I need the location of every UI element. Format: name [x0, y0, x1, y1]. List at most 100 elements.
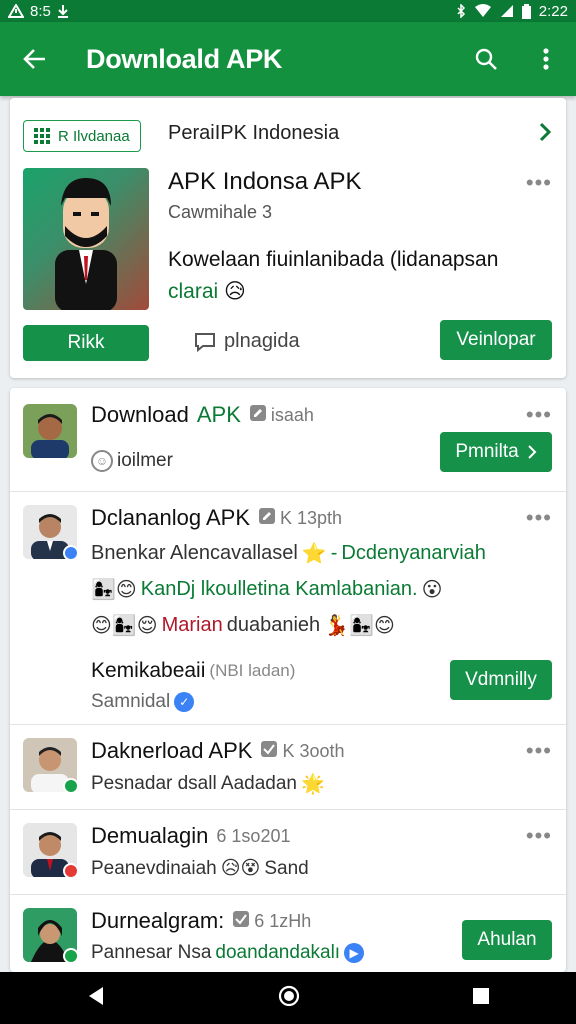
people-emoji-icon: 👩‍👧😊: [91, 579, 137, 601]
list-item[interactable]: Dclananlog APK K 13pth ••• Bnenkar Alenc…: [10, 493, 566, 725]
square-recents-icon: [473, 987, 489, 1004]
play-icon: ▶: [344, 943, 365, 963]
more-options-icon[interactable]: •••: [526, 505, 552, 531]
faces-emoji-icon: 😊👩‍👧😌: [91, 615, 158, 637]
item-line-3-text: duabanieh: [226, 614, 321, 636]
online-badge-icon: [63, 778, 77, 792]
avatar: [23, 738, 77, 792]
edit-icon: [249, 404, 267, 427]
overflow-menu-button[interactable]: [516, 22, 576, 96]
list-item[interactable]: Daknerload APK K 3ooth ••• Pesnadar dsal…: [10, 726, 566, 810]
chevron-right-icon: [527, 445, 537, 459]
item-subline-text: Pannesar Nsa: [91, 942, 212, 963]
item-subline: Pesnadar dsall Aadadan 🌟: [91, 772, 325, 796]
description-text: Kowelaan fiuinlanibada (lidanapsan: [168, 248, 499, 271]
description-green-text: clarai: [168, 280, 219, 303]
item-title: Durnealgram: 6 1zHh: [91, 908, 311, 934]
verified-icon: ✓: [174, 692, 195, 712]
back-button[interactable]: [0, 22, 70, 96]
nav-back-button[interactable]: [85, 985, 107, 1012]
item-line-3-red: Marian: [161, 614, 223, 636]
item-action-button[interactable]: Vdmnilly: [450, 660, 552, 700]
smile-emoji-icon: 😮: [421, 579, 443, 601]
item-title-text: Demualagin: [91, 823, 209, 848]
more-options-icon[interactable]: •••: [526, 738, 552, 764]
more-options-icon[interactable]: •••: [526, 823, 552, 849]
item-line-1-green: Dcdenyanarviah: [341, 542, 486, 564]
item-meta-text: K 3ooth: [282, 740, 345, 761]
status-bar: 8:5 2:22: [0, 0, 576, 22]
nav-recents-button[interactable]: [471, 986, 491, 1011]
page-title: Downloald APK: [86, 43, 283, 74]
heart-badge-icon: [63, 863, 77, 877]
item-subline-text: Peanevdinaiah: [91, 857, 217, 879]
download-button[interactable]: Veinlopar: [440, 320, 552, 360]
star-icon: ⭐: [301, 543, 327, 565]
item-meta: isaah: [249, 404, 314, 427]
wifi-icon: [474, 4, 492, 18]
signal-icon: [500, 4, 514, 18]
item-subline: Peanevdinaiah 😥😵 Sand: [91, 857, 309, 880]
warning-icon: [8, 4, 24, 18]
feed-list: Download APK isaah ••• ☺ ioilmer Pmnilta…: [10, 388, 566, 972]
more-options-icon[interactable]: •••: [526, 402, 552, 428]
item-title: Daknerload APK K 3ooth: [91, 738, 345, 764]
circle-home-icon: [278, 985, 300, 1006]
edit-icon: [258, 507, 276, 530]
item-line-4: Kemikabeaii (NBI ladan): [91, 659, 295, 683]
verified-badge-icon: [63, 545, 77, 559]
check-box-icon: [232, 910, 250, 933]
list-item[interactable]: Durnealgram: 6 1zHh Pannesar Nsa doandand…: [10, 896, 566, 972]
more-options-icon[interactable]: •••: [526, 170, 552, 196]
smile-icon: ☺: [91, 450, 113, 472]
app-subtitle: Cawmihale 3: [168, 202, 273, 222]
arrow-left-icon: [23, 49, 45, 69]
list-item[interactable]: Download APK isaah ••• ☺ ioilmer Pmnilta: [10, 388, 566, 492]
face-emoji-icon: 😥😵: [220, 858, 261, 879]
item-title: Demualagin 6 1so201: [91, 823, 290, 849]
category-tag-label: R Ilvdanaa: [58, 127, 130, 145]
battery-icon: [521, 3, 531, 19]
search-button[interactable]: [456, 22, 516, 96]
status-time-left: 8:5: [30, 2, 51, 20]
item-title: Download APK isaah: [91, 402, 314, 428]
item-title-text: Dclananlog APK: [91, 505, 250, 530]
download-status-icon: [57, 4, 69, 18]
item-title-green: APK: [196, 402, 241, 427]
item-line-1: Bnenkar Alencavallasel ⭐ - Dcdenyanarviah: [91, 542, 486, 565]
chevron-right-icon[interactable]: [538, 122, 552, 147]
nav-home-button[interactable]: [277, 984, 301, 1013]
item-title-text: Durnealgram:: [91, 908, 225, 933]
more-vert-icon: [543, 48, 549, 70]
list-item[interactable]: Demualagin 6 1so201 ••• Peanevdinaiah 😥😵…: [10, 811, 566, 895]
chat-label: plnagida: [224, 330, 300, 352]
item-line-1-text: Bnenkar Alencavallasel: [91, 542, 298, 564]
star-emoji-icon: 🌟: [301, 774, 325, 795]
item-subline: ☺ ioilmer: [91, 450, 173, 472]
status-time-right: 2:22: [538, 2, 568, 20]
item-meta-text: K 13pth: [280, 507, 343, 528]
app-icon[interactable]: [23, 168, 149, 310]
item-subline-text: ioilmer: [117, 450, 173, 471]
online-badge-icon: [63, 948, 77, 962]
item-line-5: Samnidal ✓: [91, 691, 195, 713]
system-nav-bar: [0, 972, 576, 1024]
app-bar: Downloald APK: [0, 22, 576, 96]
chat-button[interactable]: plnagida: [194, 330, 300, 353]
item-subline-green: doandandakalı: [215, 942, 341, 963]
bluetooth-icon: [456, 4, 466, 18]
item-meta-text: isaah: [270, 404, 314, 425]
app-description: Kowelaan fiuinlanibada (lidanapsan clara…: [168, 244, 548, 308]
item-line-4-meta: (NBI ladan): [209, 661, 296, 680]
item-subline: Pannesar Nsa doandandakalı ▶: [91, 942, 365, 964]
rikk-button[interactable]: Rikk: [23, 325, 149, 361]
app-name: APK Indonsa APK: [168, 168, 362, 195]
item-action-button[interactable]: Pmnilta: [440, 432, 552, 472]
item-line-4-text: Kemikabeaii: [91, 659, 206, 682]
item-action-label: Pmnilta: [455, 441, 519, 462]
item-action-button[interactable]: Ahulan: [462, 920, 552, 960]
grid-icon: [34, 128, 50, 144]
category-tag[interactable]: R Ilvdanaa: [23, 120, 141, 152]
item-line-2: 👩‍👧😊 KanDj lkoulletina Kamlabanian. 😮: [91, 577, 442, 602]
avatar: [23, 505, 77, 559]
